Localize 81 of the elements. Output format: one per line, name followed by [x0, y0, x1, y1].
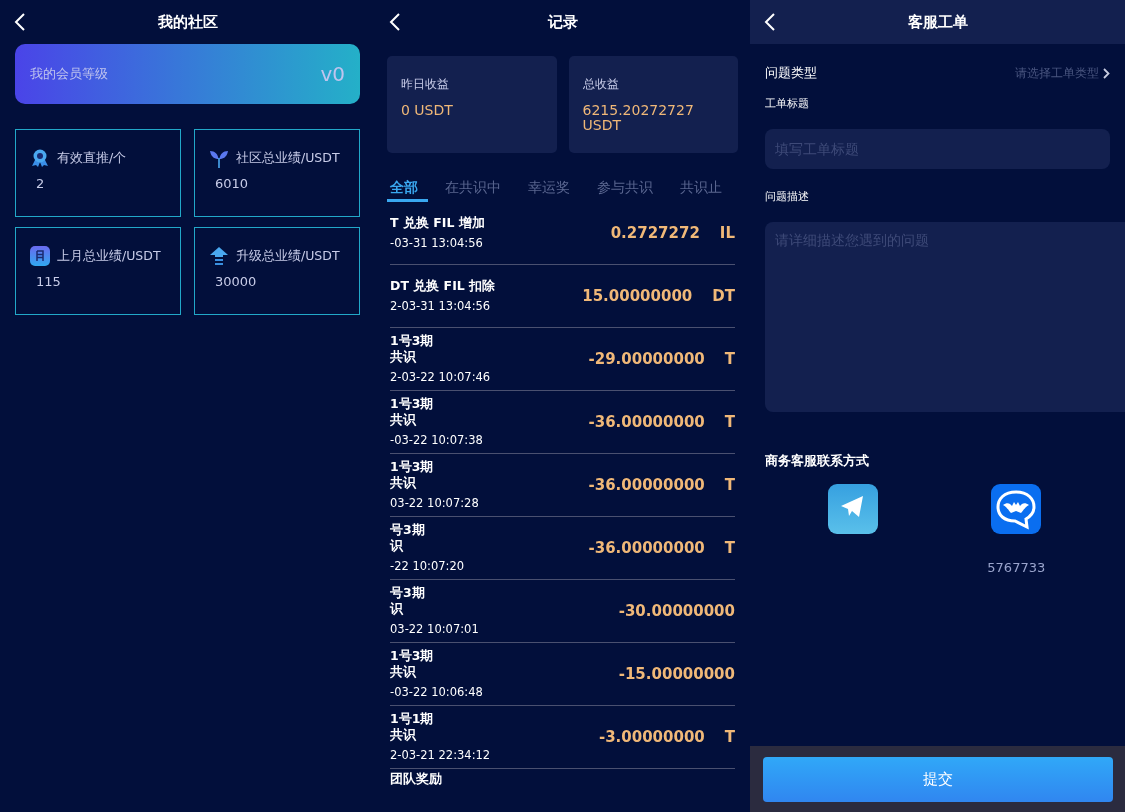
record-amount: -29.00000000	[588, 350, 705, 368]
field-label: 问题类型	[765, 64, 817, 82]
record-time: -22 10:07:20	[390, 559, 465, 574]
record-time: 03-22 10:07:28	[390, 496, 479, 511]
record-title: 号3期	[390, 522, 426, 537]
stat-value: 30000	[214, 274, 258, 289]
record-unit: T	[724, 413, 735, 431]
record-title: 1号3期	[390, 648, 435, 663]
record-subtitle: 共识	[390, 665, 417, 680]
paper-plane-app-icon[interactable]	[827, 484, 878, 534]
record-subtitle: 识	[390, 539, 404, 554]
record-subtitle: 共识	[390, 476, 417, 491]
record-subtitle: 共识	[390, 350, 417, 365]
stat-value: 6010	[214, 176, 250, 191]
stat-label: 上月总业绩/USDT	[57, 247, 161, 265]
back-icon[interactable]	[764, 12, 776, 32]
record-time: -03-22 10:06:48	[390, 685, 483, 700]
field-label: 问题描述	[765, 189, 810, 204]
upgrade-arrow-icon	[209, 246, 229, 266]
record-subtitle: 共识	[390, 413, 417, 428]
record-title: T 兑换 FIL 增加	[390, 215, 485, 231]
record-amount: -36.00000000	[588, 539, 705, 557]
record-title: 1号3期	[390, 459, 435, 474]
level-label: 我的会员等级	[30, 65, 108, 83]
record-subtitle: 共识	[390, 728, 417, 743]
record-time: 2-03-31 13:04:56	[390, 299, 492, 314]
award-icon	[30, 148, 50, 168]
field-label: 工单标题	[765, 96, 810, 111]
bat-chat-app-icon[interactable]	[991, 484, 1042, 534]
record-title: 1号3期	[390, 333, 435, 348]
calendar-icon	[30, 246, 50, 266]
sprout-icon	[209, 148, 229, 168]
chevron-right-icon	[1103, 67, 1110, 79]
record-time: 2-03-21 22:34:12	[390, 748, 491, 763]
page-title: 记录	[547, 12, 578, 32]
record-amount: -36.00000000	[588, 476, 705, 494]
filter-tab[interactable]: 幸运奖	[525, 179, 580, 202]
stat-label: 有效直推/个	[57, 149, 127, 167]
submit-button[interactable]: 提交	[762, 756, 1113, 802]
section-heading: 商务客服联系方式	[765, 452, 870, 470]
record-amount: -15.00000000	[618, 665, 735, 683]
stat-value: 115	[35, 274, 62, 289]
filter-tab[interactable]: 全部	[387, 179, 428, 202]
filter-tab[interactable]: 共识止	[677, 179, 732, 202]
stat-label: 社区总业绩/USDT	[236, 149, 340, 167]
record-time: -03-22 10:07:38	[390, 433, 483, 448]
record-unit: T	[724, 476, 735, 494]
record-title: 1号3期	[390, 396, 435, 411]
record-amount: -3.00000000	[598, 728, 705, 746]
record-title: 1号1期	[390, 711, 435, 726]
contact-id: 5767733	[987, 560, 1046, 575]
record-unit: DT	[712, 287, 735, 305]
level-value: v0	[320, 62, 345, 86]
record-unit: T	[724, 350, 735, 368]
stat-value: 2	[35, 176, 46, 191]
stat-label: 升级总业绩/USDT	[236, 247, 340, 265]
record-amount: 15.00000000	[582, 287, 693, 305]
back-icon[interactable]	[389, 12, 401, 32]
record-title: 号3期	[390, 585, 426, 600]
record-amount: -30.00000000	[618, 602, 735, 620]
record-amount: -36.00000000	[588, 413, 705, 431]
record-title: 团队奖励	[390, 772, 442, 787]
record-title: DT 兑换 FIL 扣除	[390, 278, 496, 294]
page-title: 客服工单	[907, 12, 968, 32]
back-icon[interactable]	[14, 12, 26, 32]
summary-value: 6215.20272727 USDT	[582, 103, 695, 134]
filter-tab[interactable]: 在共识中	[442, 179, 511, 202]
record-unit: T	[724, 539, 735, 557]
summary-value: 0 USDT	[401, 103, 454, 119]
record-subtitle: 识	[390, 602, 404, 617]
record-time: -03-31 13:04:56	[390, 236, 484, 251]
summary-label: 总收益	[582, 76, 620, 93]
summary-label: 昨日收益	[401, 76, 450, 93]
page-title: 我的社区	[157, 12, 218, 32]
record-time: 2-03-22 10:07:46	[390, 370, 491, 385]
record-time: 03-22 10:07:01	[390, 622, 479, 637]
record-unit: T	[724, 728, 735, 746]
record-amount: 0.2727272	[610, 224, 700, 242]
record-unit: IL	[719, 224, 735, 242]
filter-tab[interactable]: 参与共识	[594, 179, 663, 202]
type-selector[interactable]: 请选择工单类型	[1015, 65, 1110, 81]
